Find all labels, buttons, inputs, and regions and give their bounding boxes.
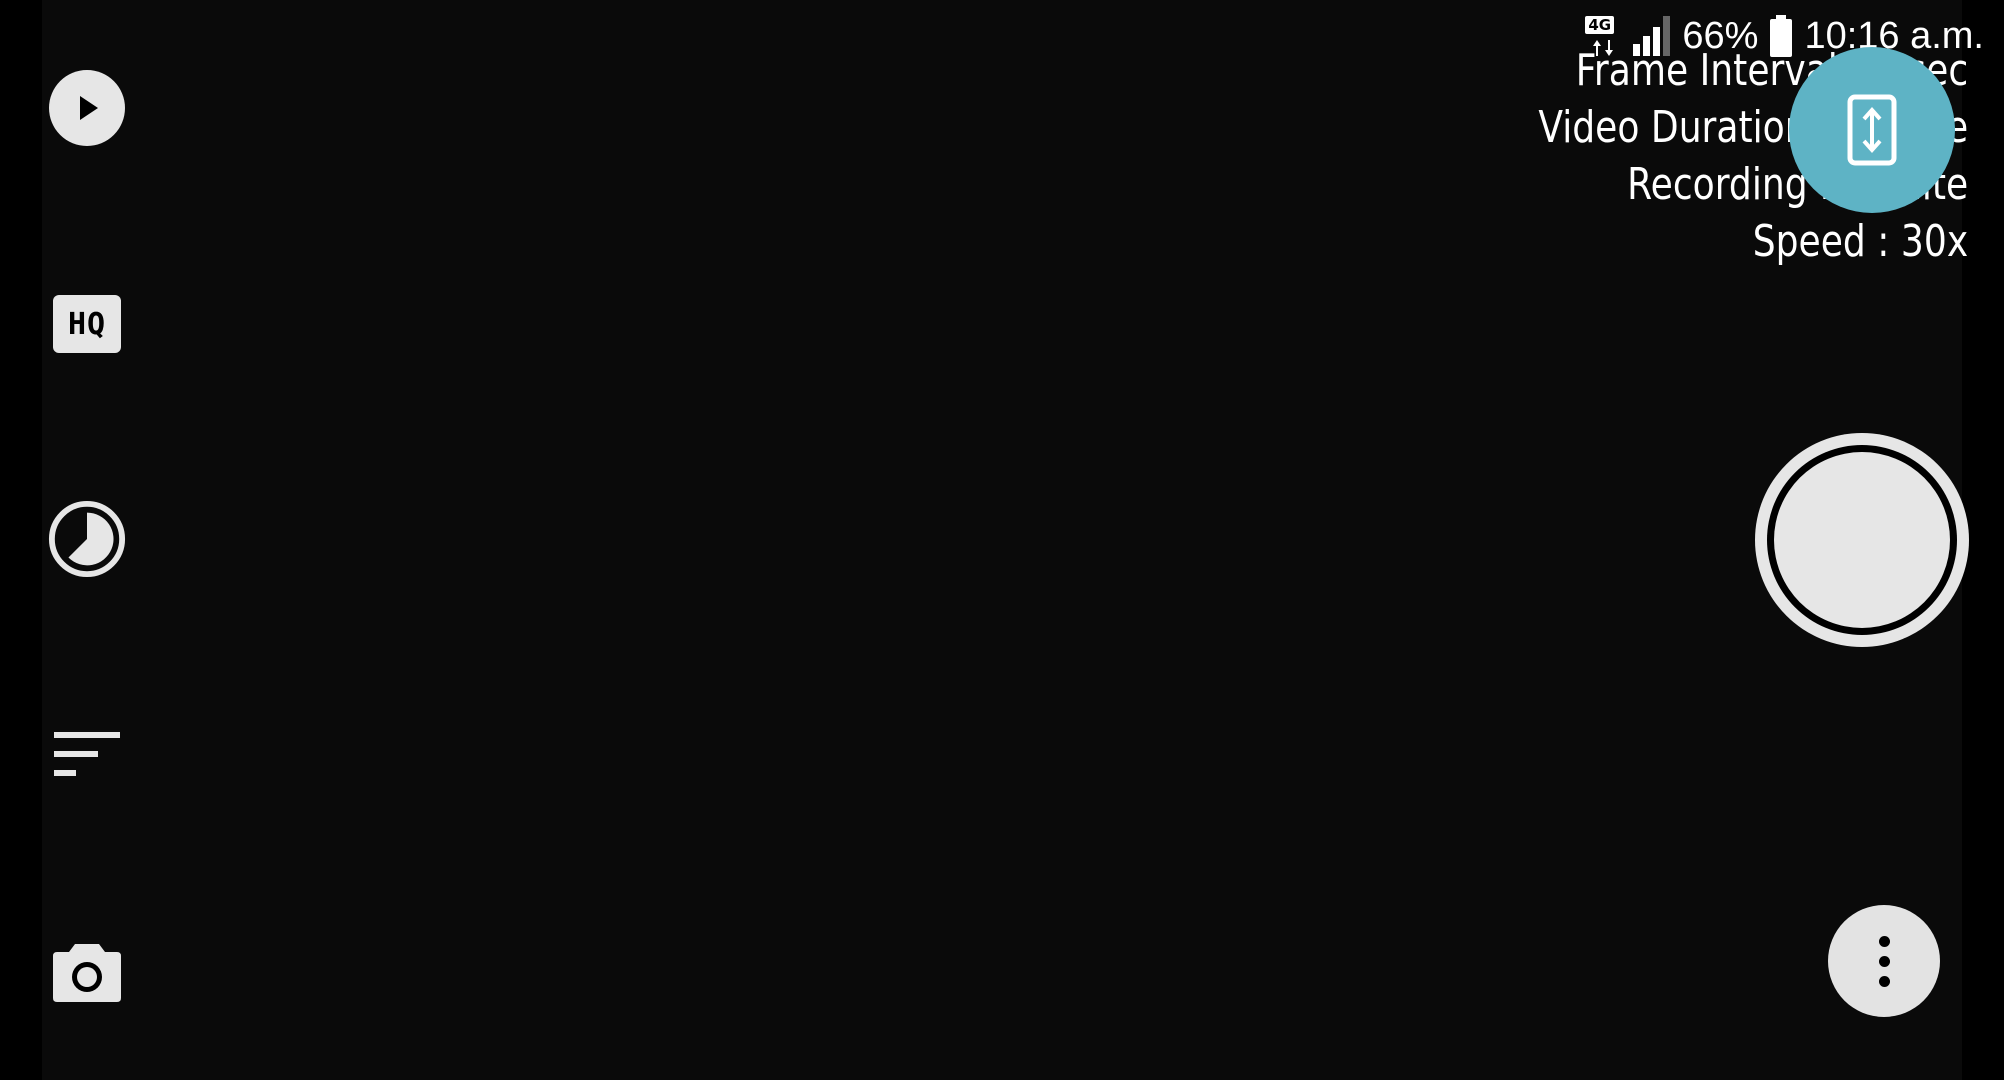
camera-button[interactable]: [47, 933, 127, 1013]
timer-icon: [48, 500, 126, 578]
more-vert-icon: [1878, 935, 1890, 947]
status-bar: 4G 66% 10:16 a.m.: [1585, 12, 1984, 60]
speed-text: Speed : 30x: [1752, 216, 1968, 267]
camera-icon: [53, 944, 121, 1002]
play-icon: [49, 70, 125, 146]
signal-strength-icon: [1633, 16, 1671, 56]
timelapse-camera-screen: 4G 66% 10:16 a.m. Frame Interval : 1 sec…: [0, 0, 2004, 1080]
network-type-badge: 4G: [1585, 16, 1615, 34]
hq-icon: HQ: [53, 295, 121, 353]
data-transfer-icon: [1593, 40, 1614, 56]
battery-percent: 66%: [1682, 14, 1759, 57]
sort-icon: [54, 732, 120, 776]
battery-icon: [1770, 15, 1793, 57]
timer-button[interactable]: [47, 499, 127, 579]
hq-label: HQ: [67, 306, 107, 342]
filter-button[interactable]: [47, 714, 127, 794]
network-indicator: 4G: [1585, 14, 1621, 58]
shutter-button[interactable]: [1755, 433, 1969, 647]
more-options-button[interactable]: [1828, 905, 1940, 1017]
shutter-icon: [1767, 445, 1957, 635]
swap-vertical-icon: [1847, 94, 1897, 166]
quality-button[interactable]: HQ: [47, 284, 127, 364]
play-button[interactable]: [47, 68, 127, 148]
rotate-orientation-button[interactable]: [1789, 47, 1955, 213]
